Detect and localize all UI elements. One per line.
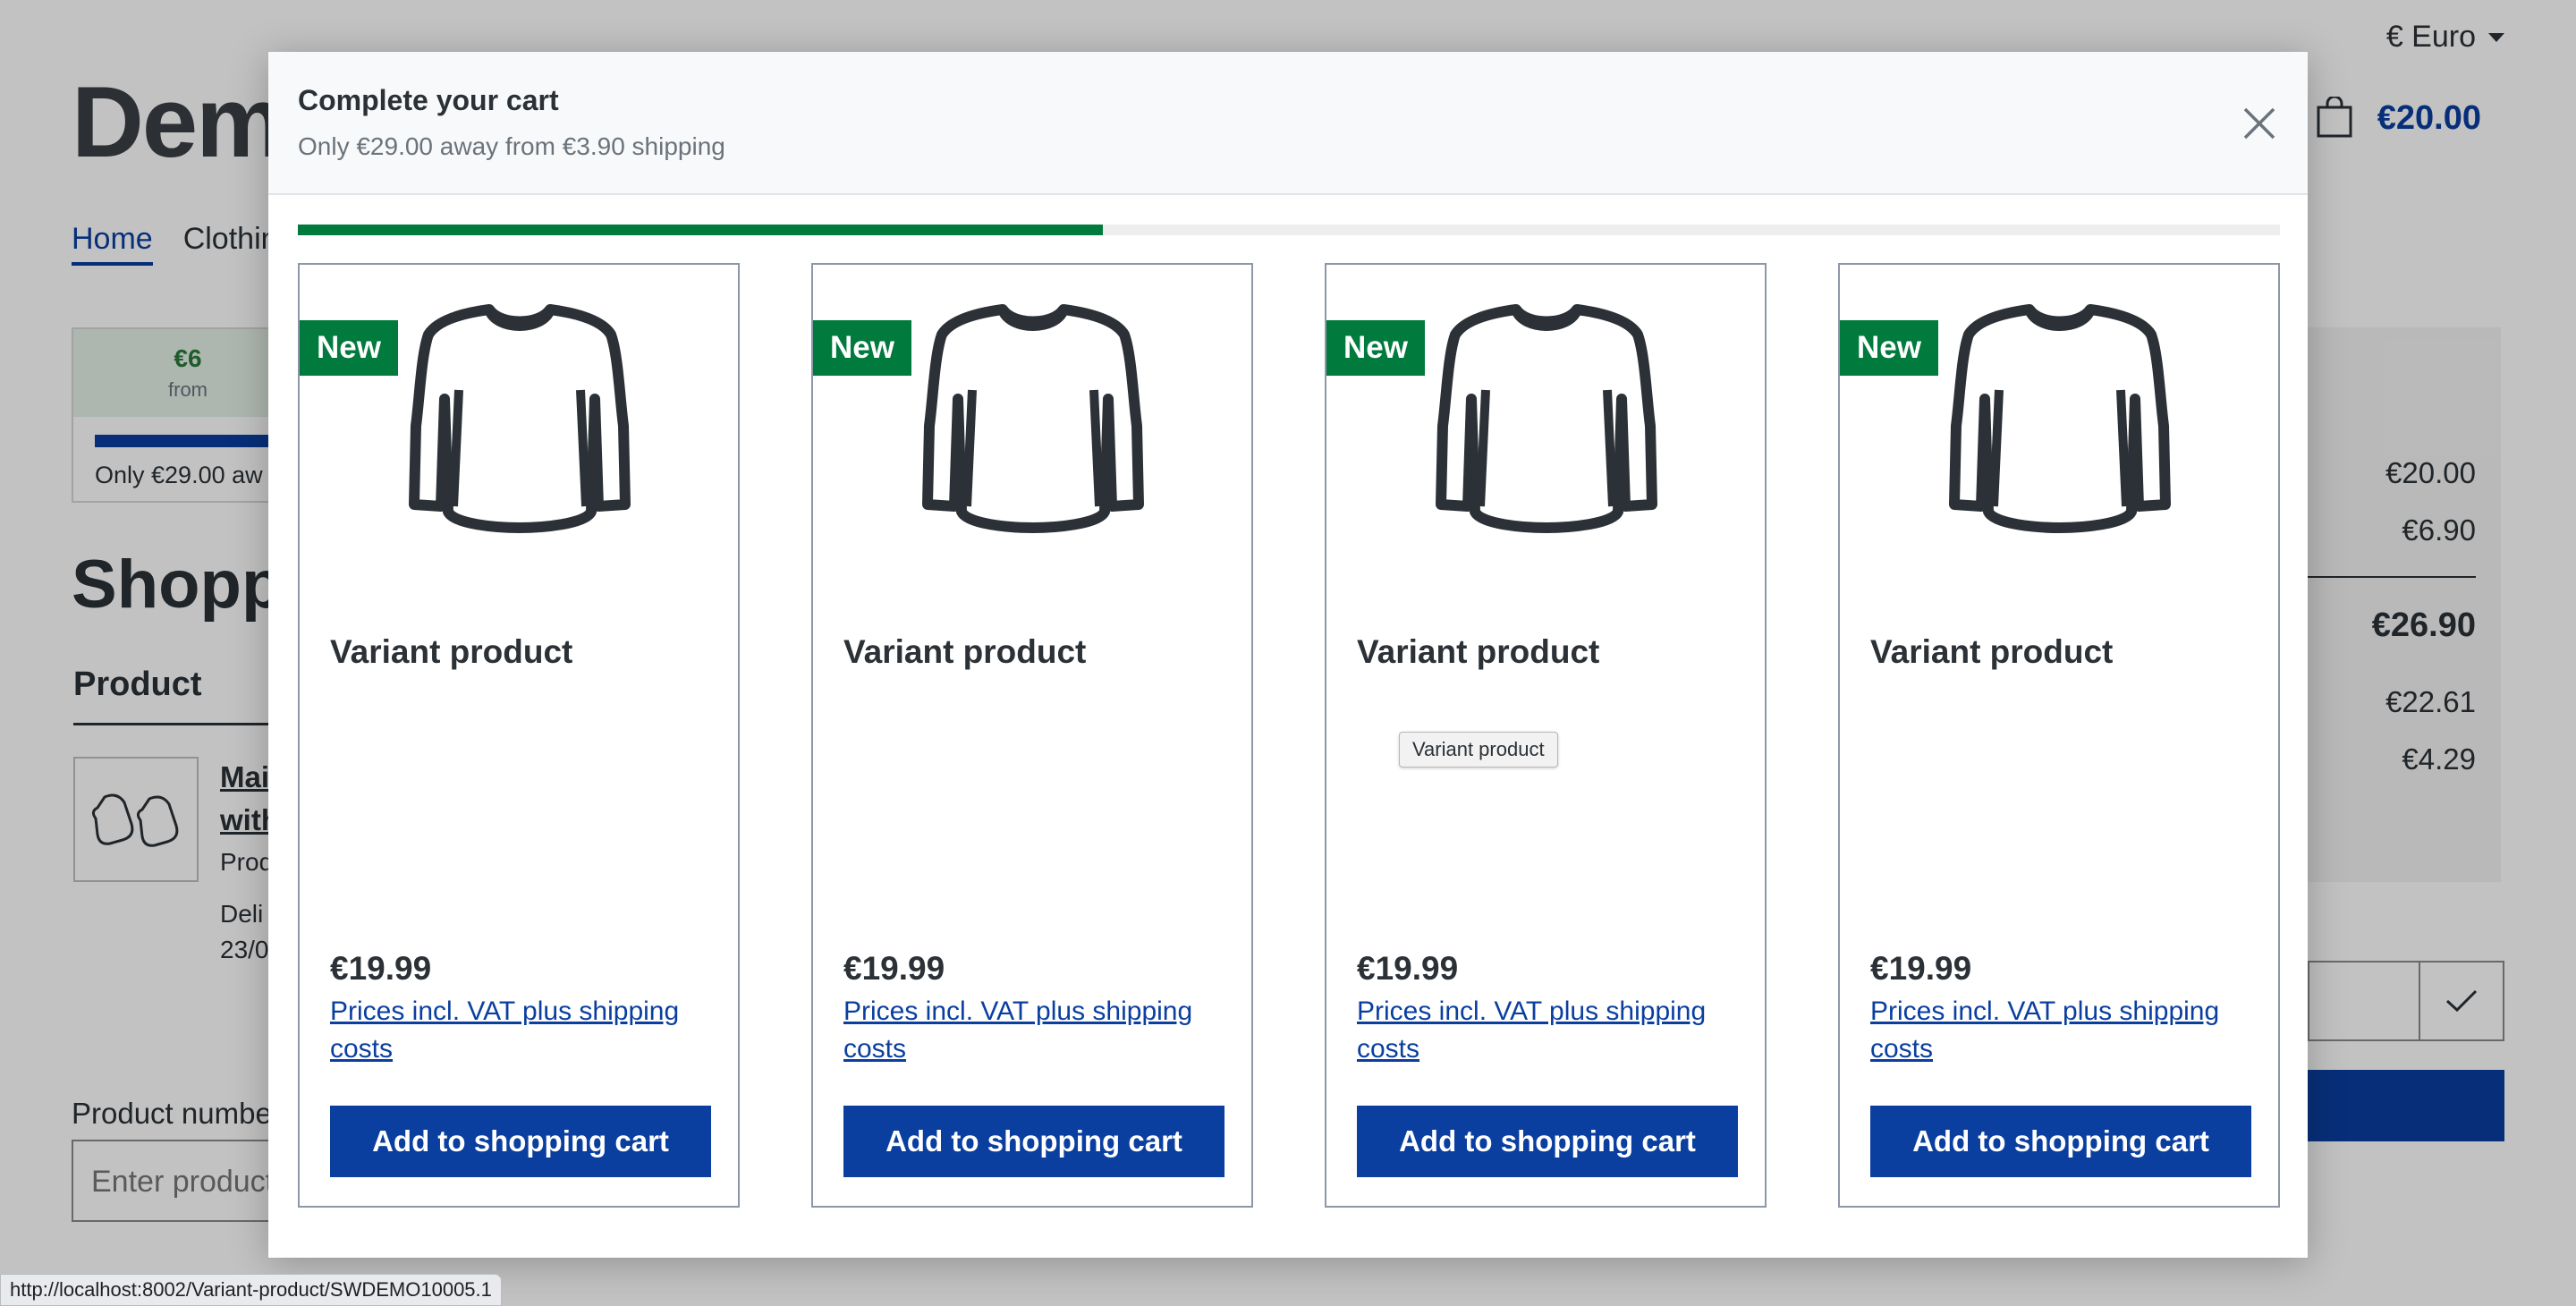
- shipping-progress-fill: [298, 225, 1103, 235]
- product-name[interactable]: Variant product: [843, 633, 1086, 671]
- modal-header: Complete your cart Only €29.00 away from…: [268, 52, 2308, 195]
- new-badge: New: [1840, 320, 1938, 376]
- shirt-icon: [920, 301, 1146, 535]
- vat-shipping-link[interactable]: Prices incl. VAT plus shipping costs: [1357, 993, 1750, 1068]
- product-price: €19.99: [1870, 950, 1972, 987]
- shirt-icon: [1947, 301, 2173, 535]
- product-name[interactable]: Variant product: [1357, 633, 1599, 671]
- product-card[interactable]: New Variant product €19.99 Prices incl. …: [1838, 263, 2280, 1208]
- complete-cart-modal: Complete your cart Only €29.00 away from…: [268, 52, 2308, 1258]
- product-name[interactable]: Variant product: [330, 633, 572, 671]
- product-price: €19.99: [843, 950, 945, 987]
- vat-shipping-link[interactable]: Prices incl. VAT plus shipping costs: [330, 993, 724, 1068]
- hover-tooltip: Variant product: [1399, 732, 1558, 767]
- add-to-cart-button[interactable]: Add to shopping cart: [843, 1106, 1224, 1177]
- new-badge: New: [1326, 320, 1425, 376]
- add-to-cart-button[interactable]: Add to shopping cart: [1870, 1106, 2251, 1177]
- product-price: €19.99: [330, 950, 432, 987]
- product-name[interactable]: Variant product: [1870, 633, 2113, 671]
- product-price: €19.99: [1357, 950, 1459, 987]
- product-card[interactable]: New Variant product €19.99 Prices incl. …: [811, 263, 1253, 1208]
- modal-title: Complete your cart: [298, 84, 559, 116]
- shipping-progress-track: [298, 225, 2280, 235]
- close-icon[interactable]: [2236, 100, 2283, 147]
- product-card[interactable]: New Variant product €19.99 Prices incl. …: [298, 263, 740, 1208]
- new-badge: New: [813, 320, 911, 376]
- vat-shipping-link[interactable]: Prices incl. VAT plus shipping costs: [1870, 993, 2264, 1068]
- vat-shipping-link[interactable]: Prices incl. VAT plus shipping costs: [843, 993, 1237, 1068]
- add-to-cart-button[interactable]: Add to shopping cart: [1357, 1106, 1738, 1177]
- browser-status-url: http://localhost:8002/Variant-product/SW…: [0, 1274, 502, 1306]
- product-slider: New Variant product €19.99 Prices incl. …: [298, 263, 2280, 1208]
- modal-subtitle: Only €29.00 away from €3.90 shipping: [298, 132, 725, 160]
- new-badge: New: [300, 320, 398, 376]
- shirt-icon: [1434, 301, 1659, 535]
- add-to-cart-button[interactable]: Add to shopping cart: [330, 1106, 711, 1177]
- shirt-icon: [407, 301, 632, 535]
